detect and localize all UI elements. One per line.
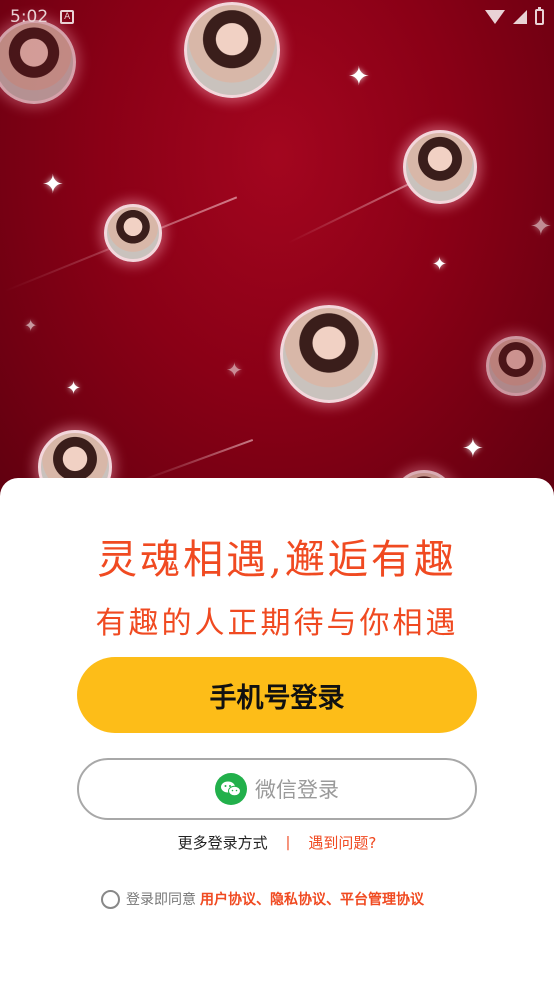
meteor-streak bbox=[139, 439, 254, 482]
sparkle-icon: ✦ bbox=[24, 316, 38, 335]
status-time: 5:02 bbox=[10, 7, 49, 27]
sparkle-icon: ✦ bbox=[348, 62, 370, 92]
sparkle-icon: ✦ bbox=[432, 254, 448, 275]
avatar bbox=[280, 305, 378, 403]
sparkle-icon: ✦ bbox=[66, 378, 82, 399]
avatar bbox=[403, 130, 477, 204]
sparkle-icon: ✦ bbox=[226, 358, 243, 382]
signal-icon bbox=[513, 10, 527, 24]
more-login-link[interactable]: 更多登录方式 bbox=[178, 832, 268, 853]
slogan-subtitle: 有趣的人正期待与你相遇 bbox=[95, 606, 459, 641]
wifi-icon bbox=[485, 10, 505, 24]
status-icons bbox=[485, 7, 544, 25]
notification-alert-icon: A bbox=[60, 10, 75, 24]
problem-link[interactable]: 遇到问题? bbox=[308, 832, 376, 853]
battery-icon bbox=[535, 7, 544, 25]
agreement-checkbox[interactable] bbox=[101, 889, 120, 909]
meteor-streak bbox=[287, 176, 424, 244]
sparkle-icon: ✦ bbox=[530, 212, 552, 242]
status-bar: 5:02 A bbox=[0, 0, 554, 34]
sparkle-icon: ✦ bbox=[462, 434, 484, 464]
hero-background: 5:02 A ✦ ✦ ✦ ✦ ✦ ✦ ✦ ✦ bbox=[0, 0, 554, 520]
login-links: 更多登录方式 | 遇到问题? bbox=[0, 832, 554, 853]
agreement-links[interactable]: 用户协议、隐私协议、平台管理协议 bbox=[200, 889, 424, 909]
agreement-row: 登录即同意 用户协议、隐私协议、平台管理协议 bbox=[101, 889, 424, 909]
avatar bbox=[104, 204, 162, 262]
agreement-prefix: 登录即同意 bbox=[126, 892, 196, 908]
wechat-icon bbox=[215, 773, 247, 805]
avatar bbox=[486, 336, 546, 396]
wechat-login-button[interactable]: 微信登录 bbox=[77, 758, 477, 820]
sparkle-icon: ✦ bbox=[42, 170, 64, 200]
wechat-login-label: 微信登录 bbox=[255, 778, 339, 802]
phone-login-button[interactable]: 手机号登录 bbox=[77, 657, 477, 733]
link-divider: | bbox=[285, 834, 291, 851]
slogan-title: 灵魂相遇,邂逅有趣 bbox=[97, 537, 457, 583]
